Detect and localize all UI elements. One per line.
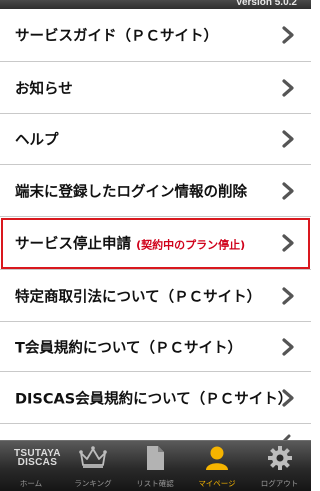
menu-item-news[interactable]: お知らせ <box>0 62 311 114</box>
chevron-right-icon <box>282 78 294 97</box>
menu-item-label: お知らせ <box>15 81 73 97</box>
crown-icon <box>79 446 107 468</box>
menu-item-t-member-terms[interactable]: T会員規約について（ＰＣサイト） <box>0 322 311 372</box>
tab-home[interactable]: TSUTAYA DISCAS ホーム <box>0 441 62 491</box>
bottom-tab-bar: TSUTAYA DISCAS ホーム ランキング リスト確認 マイページ ログア… <box>0 440 311 491</box>
tab-ranking[interactable]: ランキング <box>62 441 124 491</box>
tab-logout[interactable]: ログアウト <box>248 441 311 491</box>
menu-item-delete-login[interactable]: 端末に登録したログイン情報の削除 <box>0 165 311 217</box>
menu-item-service-guide[interactable]: サービスガイド（ＰＣサイト） <box>0 9 311 62</box>
chevron-right-icon <box>282 286 294 305</box>
version-label: Version 5.0.2 <box>235 0 297 8</box>
service-stop-note: (契約中のプラン停止) <box>136 238 246 252</box>
menu-item-label: 端末に登録したログイン情報の削除 <box>15 184 247 200</box>
tab-mypage[interactable]: マイページ <box>186 441 248 491</box>
settings-menu-list: サービスガイド（ＰＣサイト） お知らせ ヘルプ 端末に登録したログイン情報の削除… <box>0 9 311 424</box>
chevron-right-icon <box>282 130 294 148</box>
gear-icon <box>267 446 292 470</box>
document-icon <box>147 446 164 470</box>
chevron-right-icon <box>282 181 294 200</box>
chevron-right-icon <box>282 337 294 356</box>
tab-label: ランキング <box>74 479 112 488</box>
top-status-bar: Version 5.0.2 <box>0 0 311 9</box>
menu-item-label: サービスガイド（ＰＣサイト） <box>15 28 218 45</box>
chevron-right-icon <box>282 388 294 407</box>
service-stop-label: サービス停止申請 <box>15 236 131 253</box>
menu-item-help[interactable]: ヘルプ <box>0 114 311 165</box>
next-row-partial <box>0 432 311 440</box>
menu-item-commercial-law[interactable]: 特定商取引法について（ＰＣサイト） <box>0 270 311 322</box>
menu-item-label: 特定商取引法について（ＰＣサイト） <box>15 289 262 305</box>
tab-label: リスト確認 <box>136 479 174 488</box>
tab-label: マイページ <box>198 479 236 488</box>
chevron-right-icon <box>282 434 291 440</box>
tab-label: ホーム <box>19 479 43 488</box>
tab-list[interactable]: リスト確認 <box>124 441 186 491</box>
chevron-right-icon <box>282 26 294 44</box>
person-icon <box>206 446 228 470</box>
menu-item-label: ヘルプ <box>15 132 59 149</box>
chevron-right-icon <box>282 234 294 252</box>
menu-item-label: T会員規約について（ＰＣサイト） <box>15 340 242 356</box>
menu-item-service-stop[interactable]: サービス停止申請 (契約中のプラン停止) <box>0 217 311 270</box>
tsutaya-discas-logo: TSUTAYA DISCAS <box>14 449 61 468</box>
menu-item-discas-terms[interactable]: DISCAS会員規約について（ＰＣサイト） <box>0 372 311 424</box>
tab-label: ログアウト <box>260 479 299 488</box>
logo-bottom-text: DISCAS <box>17 457 58 468</box>
menu-item-label: DISCAS会員規約について（ＰＣサイト） <box>15 391 293 407</box>
menu-item-label: サービス停止申請 (契約中のプラン停止) <box>15 233 245 254</box>
